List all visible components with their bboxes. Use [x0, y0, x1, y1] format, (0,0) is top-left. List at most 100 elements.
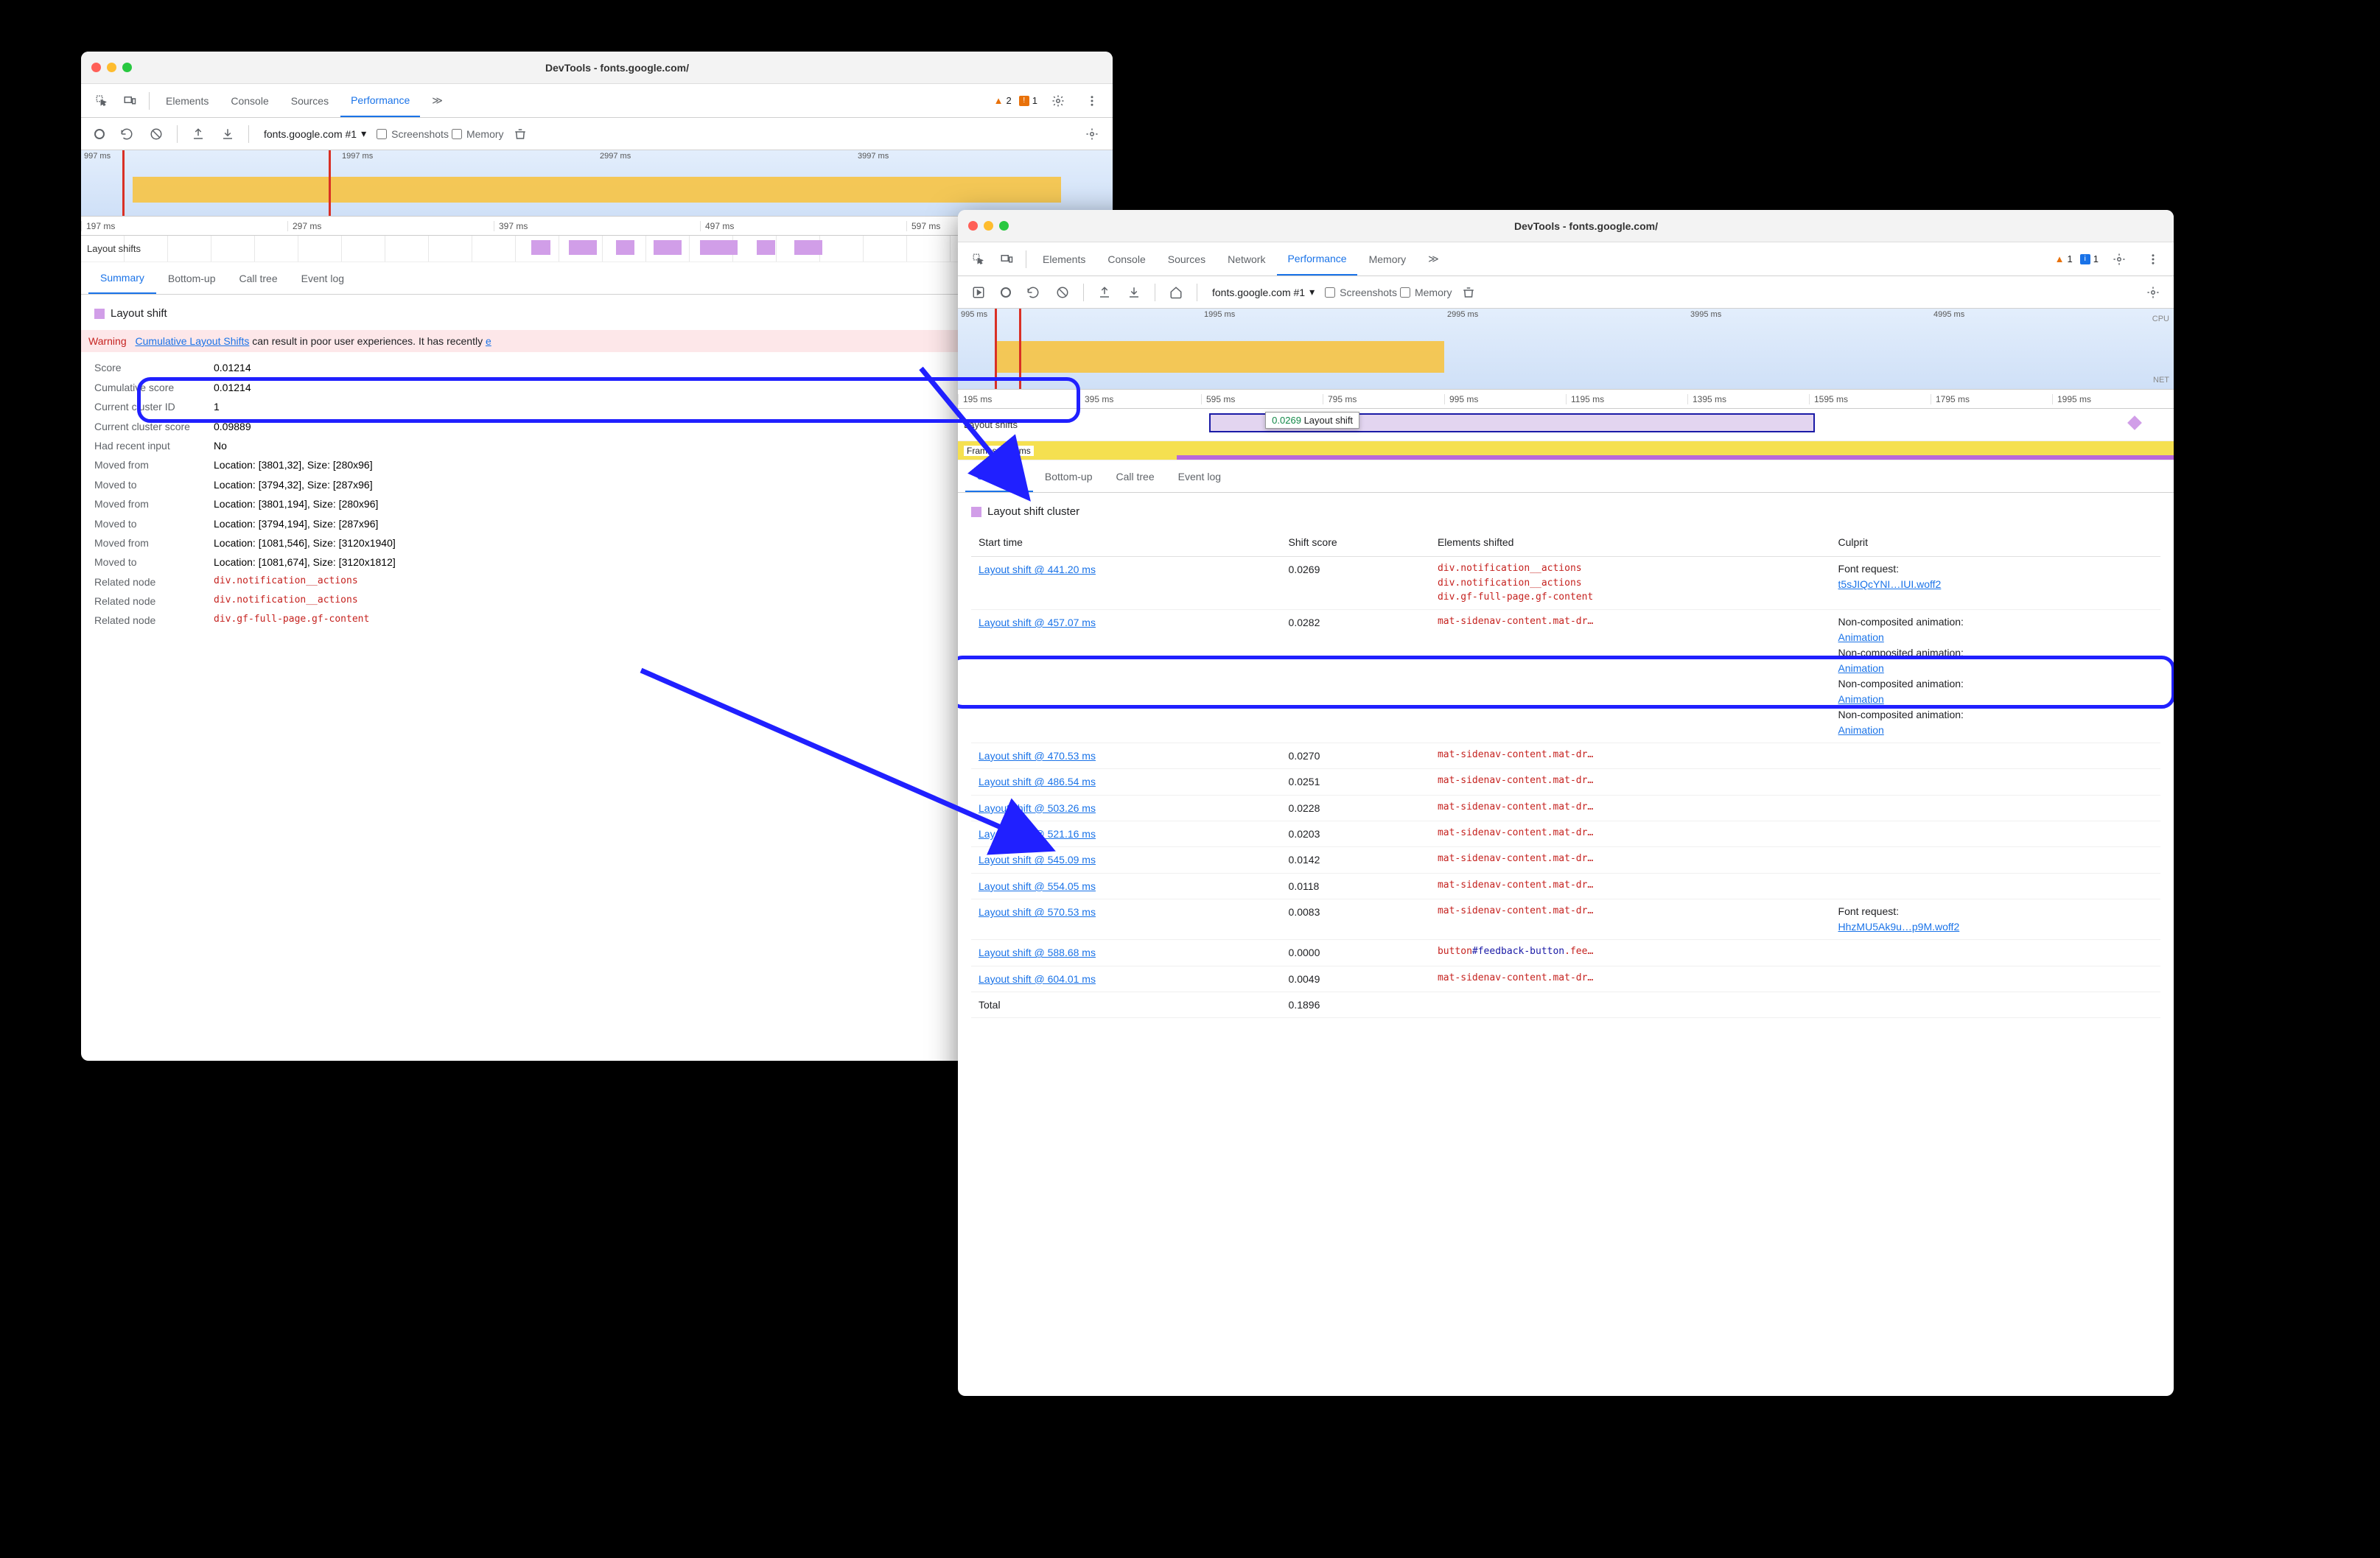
gc-icon[interactable]	[1455, 279, 1482, 306]
layout-shift-link[interactable]: Layout shift @ 604.01 ms	[979, 973, 1096, 985]
tab-network[interactable]: Network	[1217, 242, 1275, 276]
time-ruler[interactable]: 195 ms395 ms595 ms795 ms995 ms1195 ms139…	[958, 390, 2174, 409]
gear-icon[interactable]	[1079, 121, 1105, 147]
tab-performance[interactable]: Performance	[340, 84, 420, 117]
play-icon[interactable]	[965, 279, 992, 306]
close-dot[interactable]	[968, 221, 978, 231]
warnings-badge[interactable]: ▲2	[994, 95, 1012, 106]
upload-icon[interactable]	[1091, 279, 1118, 306]
culprit-link[interactable]: HhzMU5Ak9u…p9M.woff2	[1838, 921, 1960, 933]
dom-node-link[interactable]: button#feedback-button.fee…	[1438, 944, 1824, 959]
layout-shift-link[interactable]: Layout shift @ 521.16 ms	[979, 828, 1096, 840]
layout-shift-link[interactable]: Layout shift @ 457.07 ms	[979, 617, 1096, 628]
tab-memory[interactable]: Memory	[1359, 242, 1417, 276]
record-button[interactable]	[995, 281, 1017, 303]
dom-node-link[interactable]: div.gf-full-page.gf-content	[214, 612, 369, 628]
layout-shift-link[interactable]: Layout shift @ 570.53 ms	[979, 906, 1096, 918]
recording-select[interactable]: fonts.google.com #1▾	[1205, 286, 1322, 298]
upload-icon[interactable]	[185, 121, 211, 147]
warnings-badge[interactable]: ▲1	[2055, 253, 2073, 264]
gc-icon[interactable]	[507, 121, 533, 147]
subtab-event-log[interactable]: Event log	[1166, 460, 1233, 492]
tab-performance[interactable]: Performance	[1277, 242, 1357, 276]
dom-node-link[interactable]: mat-sidenav-content.mat-dr…	[1438, 614, 1824, 629]
screenshots-checkbox[interactable]: Screenshots	[377, 128, 449, 140]
gear-icon[interactable]	[2106, 246, 2132, 273]
layout-shift-link[interactable]: Layout shift @ 545.09 ms	[979, 854, 1096, 866]
subtab-bottom-up[interactable]: Bottom-up	[156, 262, 228, 294]
layout-shift-link[interactable]: Layout shift @ 503.26 ms	[979, 802, 1096, 814]
subtab-call-tree[interactable]: Call tree	[228, 262, 290, 294]
layout-shift-link[interactable]: Layout shift @ 441.20 ms	[979, 564, 1096, 575]
kebab-icon[interactable]	[1079, 88, 1105, 114]
gear-icon[interactable]	[2140, 279, 2166, 306]
dom-node-link[interactable]: div.gf-full-page.gf-content	[1438, 590, 1824, 605]
minimize-dot[interactable]	[984, 221, 993, 231]
dom-node-link[interactable]: mat-sidenav-content.mat-dr…	[1438, 773, 1824, 788]
memory-checkbox[interactable]: Memory	[452, 128, 504, 140]
summary-row: Moved toLocation: [3794,32], Size: [287x…	[94, 477, 1099, 493]
clear-icon[interactable]	[1049, 279, 1076, 306]
culprit-link[interactable]: Animation	[1838, 631, 1884, 643]
reload-icon[interactable]	[1020, 279, 1046, 306]
subtab-summary[interactable]: Summary	[965, 460, 1033, 492]
clear-icon[interactable]	[143, 121, 169, 147]
culprit-link[interactable]: Animation	[1838, 724, 1884, 736]
record-button[interactable]	[88, 123, 111, 145]
layout-shift-link[interactable]: Layout shift @ 554.05 ms	[979, 880, 1096, 892]
dom-node-link[interactable]: mat-sidenav-content.mat-dr…	[1438, 748, 1824, 762]
dom-node-link[interactable]: mat-sidenav-content.mat-dr…	[1438, 826, 1824, 841]
culprit-link[interactable]: t5sJIQcYNI…IUI.woff2	[1838, 578, 1942, 590]
download-icon[interactable]	[214, 121, 241, 147]
reload-icon[interactable]	[113, 121, 140, 147]
subtab-call-tree[interactable]: Call tree	[1105, 460, 1166, 492]
subtab-event-log[interactable]: Event log	[290, 262, 356, 294]
zoom-dot[interactable]	[122, 63, 132, 72]
dom-node-link[interactable]: div.notification__actions	[1438, 576, 1824, 591]
inspect-icon[interactable]	[965, 246, 992, 273]
subtab-bottom-up[interactable]: Bottom-up	[1033, 460, 1105, 492]
dom-node-link[interactable]: mat-sidenav-content.mat-dr…	[1438, 800, 1824, 815]
dom-node-link[interactable]: mat-sidenav-content.mat-dr…	[1438, 852, 1824, 866]
dom-node-link[interactable]: div.notification__actions	[214, 574, 358, 590]
tab-sources[interactable]: Sources	[281, 84, 339, 117]
layout-shift-link[interactable]: Layout shift @ 588.68 ms	[979, 947, 1096, 958]
layout-shift-link[interactable]: Layout shift @ 470.53 ms	[979, 750, 1096, 762]
culprit-link[interactable]: Animation	[1838, 693, 1884, 705]
device-icon[interactable]	[116, 88, 143, 114]
frames-track[interactable]: Frames 67.1 ms	[958, 441, 2174, 460]
dom-node-link[interactable]: div.notification__actions	[214, 593, 358, 609]
info-badge[interactable]: i1	[2080, 253, 2099, 264]
cls-link[interactable]: Cumulative Layout Shifts	[136, 335, 250, 347]
screenshots-checkbox[interactable]: Screenshots	[1325, 287, 1397, 298]
more-tabs[interactable]: ≫	[1418, 242, 1449, 276]
more-tabs[interactable]: ≫	[421, 84, 453, 117]
download-icon[interactable]	[1121, 279, 1147, 306]
inspect-icon[interactable]	[88, 88, 115, 114]
tab-sources[interactable]: Sources	[1158, 242, 1216, 276]
tab-elements[interactable]: Elements	[155, 84, 219, 117]
timeline-overview[interactable]: 997 ms1997 ms2997 ms3997 ms	[81, 150, 1113, 217]
gear-icon[interactable]	[1045, 88, 1071, 114]
zoom-dot[interactable]	[999, 221, 1009, 231]
device-icon[interactable]	[993, 246, 1020, 273]
minimize-dot[interactable]	[107, 63, 116, 72]
kebab-icon[interactable]	[2140, 246, 2166, 273]
recording-select[interactable]: fonts.google.com #1▾	[256, 127, 374, 140]
issues-badge[interactable]: !1	[1019, 95, 1037, 106]
dom-node-link[interactable]: mat-sidenav-content.mat-dr…	[1438, 904, 1824, 919]
layout-shifts-track[interactable]: Layout shifts 0.0269 Layout shift	[958, 409, 2174, 441]
memory-checkbox[interactable]: Memory	[1400, 287, 1452, 298]
close-dot[interactable]	[91, 63, 101, 72]
dom-node-link[interactable]: mat-sidenav-content.mat-dr…	[1438, 971, 1824, 986]
culprit-link[interactable]: Animation	[1838, 662, 1884, 674]
timeline-overview[interactable]: 995 ms1995 ms2995 ms3995 ms4995 ms CPU N…	[958, 309, 2174, 390]
subtab-summary[interactable]: Summary	[88, 262, 156, 294]
layout-shift-link[interactable]: Layout shift @ 486.54 ms	[979, 776, 1096, 787]
dom-node-link[interactable]: mat-sidenav-content.mat-dr…	[1438, 878, 1824, 893]
tab-console[interactable]: Console	[1097, 242, 1155, 276]
tab-console[interactable]: Console	[220, 84, 279, 117]
tab-elements[interactable]: Elements	[1032, 242, 1096, 276]
dom-node-link[interactable]: div.notification__actions	[1438, 561, 1824, 576]
home-icon[interactable]	[1163, 279, 1189, 306]
